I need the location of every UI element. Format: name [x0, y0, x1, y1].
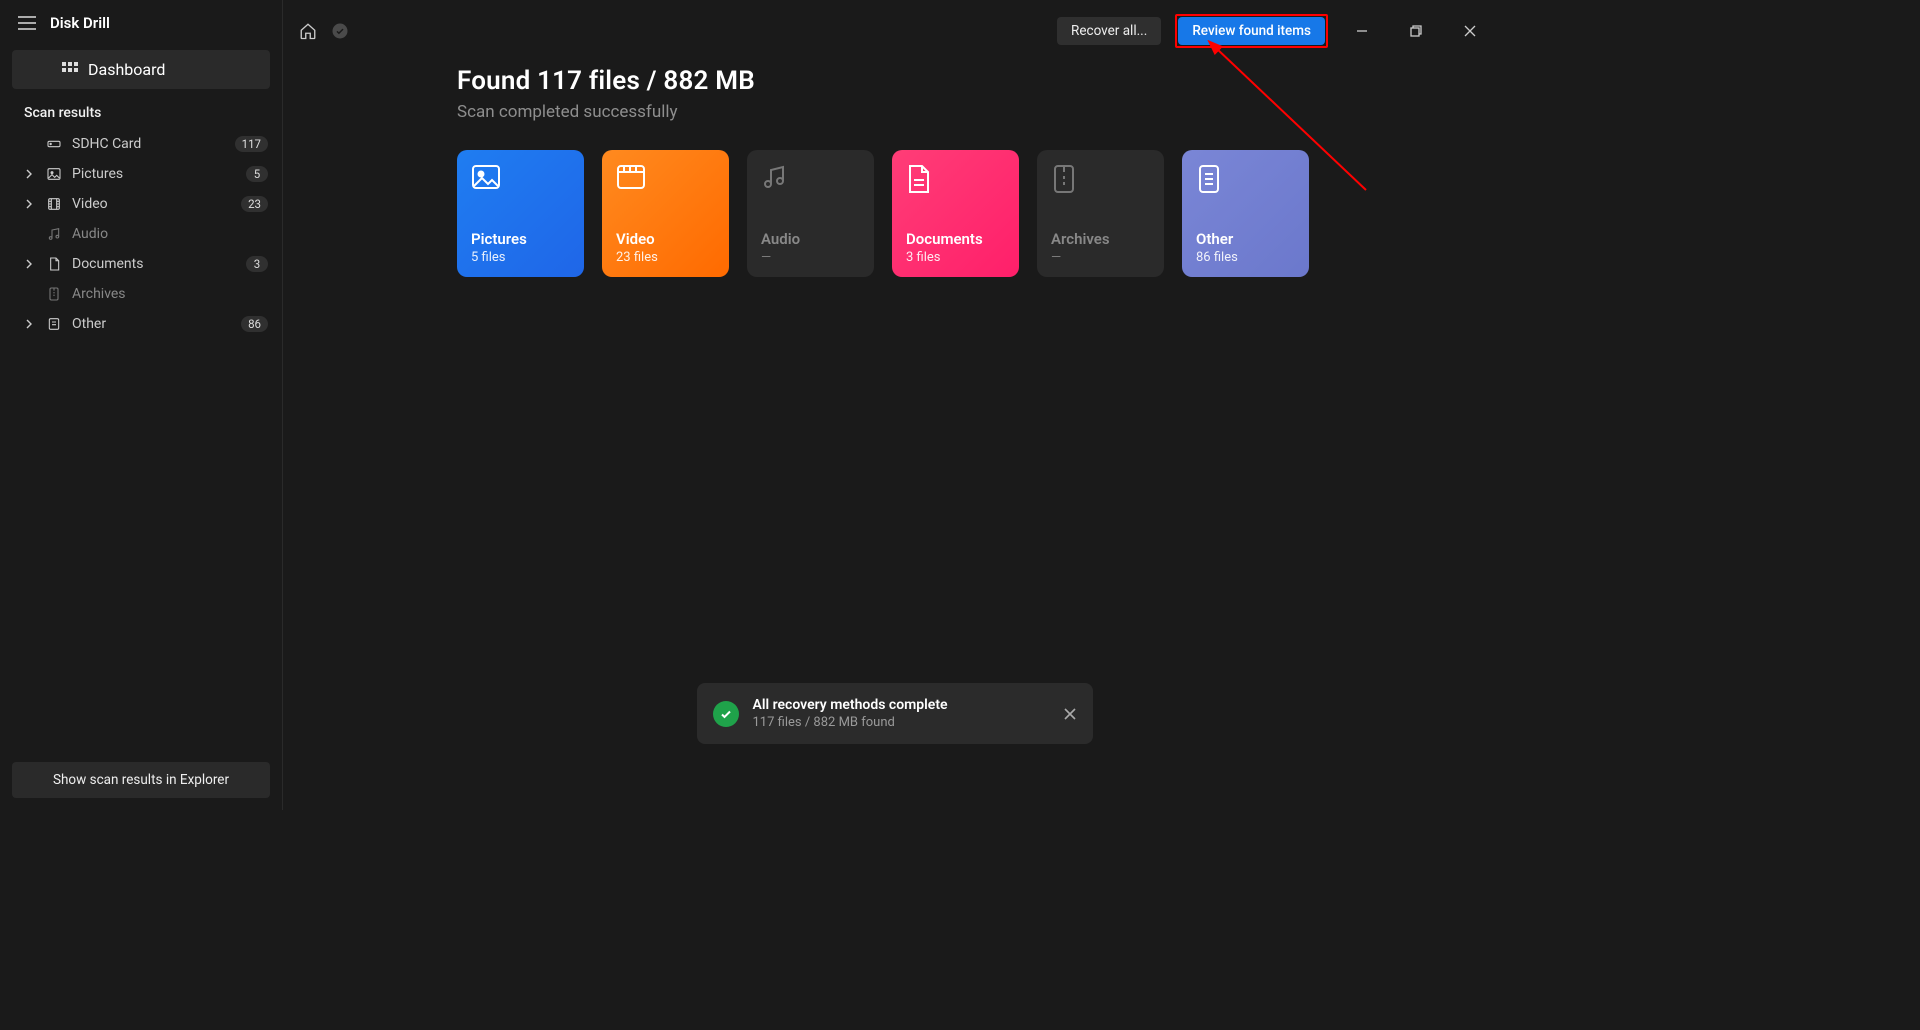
toast-notification: All recovery methods complete 117 files …	[697, 683, 1093, 744]
category-card-archives[interactable]: Archives —	[1037, 150, 1164, 277]
maximize-button[interactable]	[1396, 16, 1436, 46]
card-subtitle: —	[1051, 250, 1150, 265]
count-badge: 117	[235, 136, 268, 152]
dashboard-label: Dashboard	[88, 60, 165, 79]
results-subhead: Scan completed successfully	[457, 102, 1506, 122]
sidebar-item-audio[interactable]: Audio	[0, 219, 282, 249]
audio-icon	[761, 164, 860, 192]
category-card-pictures[interactable]: Pictures 5 files	[457, 150, 584, 277]
app-title: Disk Drill	[50, 14, 110, 32]
card-title: Documents	[906, 230, 1005, 248]
sidebar-item-archives[interactable]: Archives	[0, 279, 282, 309]
grid-icon	[62, 62, 78, 78]
other-icon	[46, 316, 62, 332]
sidebar-dashboard[interactable]: Dashboard	[12, 50, 270, 89]
recover-all-button[interactable]: Recover all...	[1057, 17, 1161, 45]
zip-icon	[46, 286, 62, 302]
count-badge: 86	[241, 316, 268, 332]
main-pane: Recover all... Review found items Found …	[283, 0, 1506, 810]
toast-subtitle: 117 files / 882 MB found	[753, 715, 948, 730]
card-title: Video	[616, 230, 715, 248]
archives-icon	[1051, 164, 1150, 192]
results-headline: Found 117 files / 882 MB	[457, 66, 1506, 96]
sidebar-item-other[interactable]: Other 86	[0, 309, 282, 339]
toast-title: All recovery methods complete	[753, 697, 948, 713]
chevron-right-icon	[22, 199, 36, 209]
card-subtitle: —	[761, 250, 860, 265]
sidebar-section-label: Scan results	[0, 99, 282, 129]
home-icon[interactable]	[299, 22, 317, 40]
review-found-items-button[interactable]: Review found items	[1178, 17, 1325, 45]
close-button[interactable]	[1450, 16, 1490, 46]
check-circle-icon[interactable]	[331, 22, 349, 40]
sidebar-item-label: Pictures	[72, 166, 236, 182]
category-card-other[interactable]: Other 86 files	[1182, 150, 1309, 277]
film-icon	[46, 196, 62, 212]
card-subtitle: 23 files	[616, 250, 715, 265]
video-icon	[616, 164, 715, 192]
pictures-icon	[471, 164, 570, 192]
sidebar-item-sdhc-card[interactable]: SDHC Card 117	[0, 129, 282, 159]
count-badge: 5	[246, 166, 268, 182]
category-card-documents[interactable]: Documents 3 files	[892, 150, 1019, 277]
toast-close-button[interactable]	[1063, 707, 1077, 721]
note-icon	[46, 226, 62, 242]
card-subtitle: 3 files	[906, 250, 1005, 265]
count-badge: 3	[246, 256, 268, 272]
category-card-audio[interactable]: Audio —	[747, 150, 874, 277]
chevron-right-icon	[22, 169, 36, 179]
drive-icon	[46, 136, 62, 152]
annotation-highlight: Review found items	[1175, 14, 1328, 48]
sidebar-item-label: Audio	[72, 226, 268, 242]
card-title: Archives	[1051, 230, 1150, 248]
count-badge: 23	[241, 196, 268, 212]
sidebar-item-label: Archives	[72, 286, 268, 302]
sidebar-item-pictures[interactable]: Pictures 5	[0, 159, 282, 189]
sidebar: Disk Drill Dashboard Scan results SDHC C…	[0, 0, 283, 810]
check-icon	[713, 701, 739, 727]
sidebar-item-label: Video	[72, 196, 231, 212]
card-title: Audio	[761, 230, 860, 248]
card-subtitle: 5 files	[471, 250, 570, 265]
category-card-video[interactable]: Video 23 files	[602, 150, 729, 277]
hamburger-icon[interactable]	[18, 16, 36, 30]
doc-icon	[46, 256, 62, 272]
minimize-button[interactable]	[1342, 16, 1382, 46]
topbar: Recover all... Review found items	[283, 0, 1506, 50]
documents-icon	[906, 164, 1005, 192]
sidebar-item-label: SDHC Card	[72, 136, 225, 152]
sidebar-item-label: Other	[72, 316, 231, 332]
card-title: Other	[1196, 230, 1295, 248]
sidebar-item-label: Documents	[72, 256, 236, 272]
card-title: Pictures	[471, 230, 570, 248]
card-subtitle: 86 files	[1196, 250, 1295, 265]
sidebar-item-documents[interactable]: Documents 3	[0, 249, 282, 279]
other-icon	[1196, 164, 1295, 192]
chevron-right-icon	[22, 319, 36, 329]
sidebar-item-video[interactable]: Video 23	[0, 189, 282, 219]
show-in-explorer-button[interactable]: Show scan results in Explorer	[12, 762, 270, 798]
image-icon	[46, 166, 62, 182]
chevron-right-icon	[22, 259, 36, 269]
